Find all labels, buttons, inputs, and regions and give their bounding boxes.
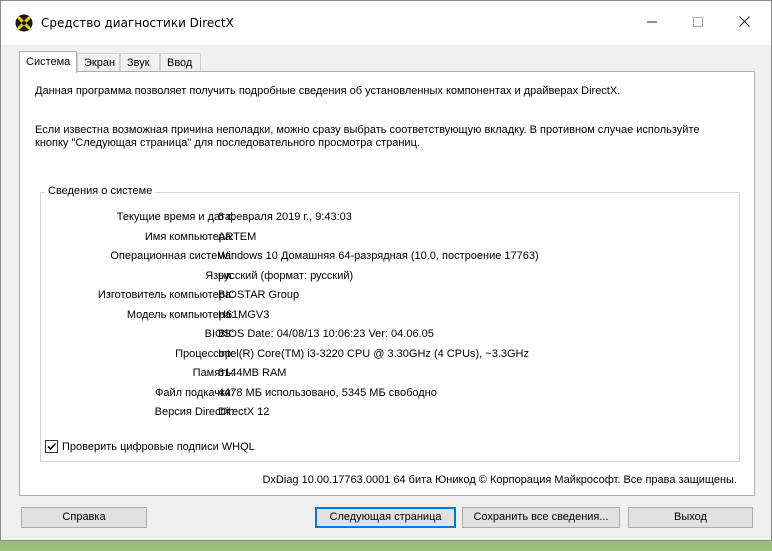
info-row-language: Язык: русский (формат: русский) <box>41 270 741 284</box>
info-label: Операционная система: <box>110 250 234 262</box>
intro-text-3: кнопку "Следующая страница" для последов… <box>35 137 420 149</box>
window-title: Средство диагностики DirectX <box>41 16 234 30</box>
info-row-memory: Память: 6144MB RAM <box>41 367 741 381</box>
info-row-manufacturer: Изготовитель компьютера: BIOSTAR Group <box>41 289 741 303</box>
info-row-pagefile: Файл подкачки: 4478 МБ использовано, 534… <box>41 387 741 401</box>
system-tab-panel: Данная программа позволяет получить подр… <box>19 71 755 496</box>
info-row-datetime: Текущие время и дата: 6 февраля 2019 г.,… <box>41 211 741 225</box>
info-row-directx-version: Версия DirectX: DirectX 12 <box>41 406 741 420</box>
info-value: 6144MB RAM <box>218 367 287 379</box>
next-page-button[interactable]: Следующая страница <box>315 507 456 528</box>
tab-display[interactable]: Экран <box>77 53 120 72</box>
info-label: Изготовитель компьютера: <box>97 289 234 301</box>
copyright-text: DxDiag 10.00.17763.0001 64 бита Юникод ©… <box>262 474 737 486</box>
info-row-os: Операционная система: Windows 10 Домашня… <box>41 250 741 264</box>
check-icon <box>47 442 57 451</box>
maximize-icon <box>693 16 703 30</box>
info-row-bios: BIOS: BIOS Date: 04/08/13 10:06:23 Ver: … <box>41 328 741 342</box>
info-value: русский (формат: русский) <box>218 270 354 282</box>
info-value: Intel(R) Core(TM) i3-3220 CPU @ 3.30GHz … <box>218 348 529 360</box>
info-value: BIOSTAR Group <box>218 289 300 301</box>
info-value: Windows 10 Домашняя 64-разрядная (10.0, … <box>218 250 539 262</box>
info-value: BIOS Date: 04/08/13 10:06:23 Ver: 04.06.… <box>218 328 434 340</box>
help-button[interactable]: Справка <box>21 507 147 528</box>
tab-input[interactable]: Ввод <box>160 53 201 72</box>
info-value: DirectX 12 <box>218 406 270 418</box>
intro-text-1: Данная программа позволяет получить подр… <box>35 85 621 97</box>
minimize-button[interactable] <box>629 1 675 45</box>
info-label: Текущие время и дата: <box>116 211 234 223</box>
save-all-button[interactable]: Сохранить все сведения... <box>462 507 620 528</box>
dxdiag-window: Средство диагностики DirectX Система Экр… <box>0 0 772 541</box>
info-row-computer-name: Имя компьютера: ARTEM <box>41 231 741 245</box>
info-value: 6 февраля 2019 г., 9:43:03 <box>218 211 352 223</box>
info-value: H61MGV3 <box>218 309 270 321</box>
tab-sound[interactable]: Звук <box>120 53 160 72</box>
title-bar[interactable]: Средство диагностики DirectX <box>1 1 771 45</box>
whql-checkbox-label: Проверить цифровые подписи WHQL <box>62 440 255 453</box>
exit-button[interactable]: Выход <box>628 507 753 528</box>
maximize-button[interactable] <box>675 1 721 45</box>
tab-system[interactable]: Система <box>19 51 77 73</box>
group-title: Сведения о системе <box>45 185 156 197</box>
info-row-processor: Процессор: Intel(R) Core(TM) i3-3220 CPU… <box>41 348 741 362</box>
system-info-group: Сведения о системе Текущие время и дата:… <box>40 185 741 462</box>
close-button[interactable] <box>721 1 767 45</box>
whql-checkbox-box[interactable] <box>45 440 58 453</box>
intro-text-2: Если известна возможная причина неполадк… <box>35 124 700 136</box>
info-value: 4478 МБ использовано, 5345 МБ свободно <box>218 387 437 399</box>
info-row-model: Модель компьютера: H61MGV3 <box>41 309 741 323</box>
directx-icon <box>15 14 33 32</box>
minimize-icon <box>647 17 657 30</box>
info-value: ARTEM <box>218 231 257 243</box>
whql-checkbox[interactable]: Проверить цифровые подписи WHQL <box>45 440 255 453</box>
close-icon <box>738 16 750 30</box>
